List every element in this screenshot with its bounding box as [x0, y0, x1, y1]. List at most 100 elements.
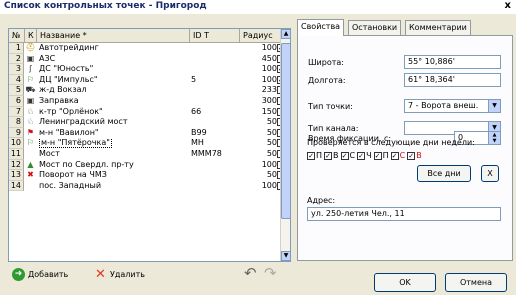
checkpoint-name[interactable]: Заправка	[38, 96, 186, 107]
weekday-checkbox[interactable]: ✓ В	[407, 151, 422, 160]
table-row[interactable]: 4⚐ДЦ "Импульс"5100✓	[9, 74, 285, 86]
row-number: 14	[9, 180, 24, 192]
table-row[interactable]: 6 ▣ Заправка 300	[9, 96, 285, 107]
grid-scrollbar[interactable]: ▲ ▼	[280, 29, 290, 261]
checkbox-icon[interactable]: ✓	[324, 151, 333, 160]
checkpoint-idt	[191, 96, 241, 107]
address-field[interactable]: ул. 250-летия Чел., 11	[307, 207, 501, 221]
delete-button[interactable]: ✕ Удалить	[94, 267, 145, 283]
tab-comments[interactable]: Комментарии	[405, 20, 471, 35]
checkpoint-name[interactable]: Автотрейдинг	[38, 43, 186, 54]
checkpoint-name[interactable]: Мост по Свердл. пр-ту	[38, 160, 186, 171]
table-row[interactable]: 1⛑Автотрейдинг100✓	[9, 43, 285, 54]
checkpoint-name-text: к-тр "Орлёнок"	[39, 106, 103, 116]
spinner-icon[interactable]: ▲ ▼	[488, 132, 500, 144]
checkpoint-type-icon: ♘	[26, 106, 35, 116]
table-row[interactable]: 5 ⛟ ж-д Вокзал 233	[9, 85, 285, 96]
cancel-button[interactable]: Отмена	[445, 273, 507, 292]
checkpoint-name[interactable]: пос. Западный	[38, 181, 186, 192]
checkpoint-name[interactable]: ДЦ "Импульс"	[38, 75, 186, 86]
checkpoint-radius: 100	[261, 74, 277, 84]
table-row[interactable]: 3ʃДС "Юность"100✓	[9, 64, 285, 75]
col-header-radius[interactable]: Радиус	[240, 29, 282, 43]
checkpoint-idt: 5	[191, 74, 197, 84]
tab-stops[interactable]: Остановки	[348, 20, 402, 35]
table-row[interactable]: 14 пос. Западный 100	[9, 180, 285, 192]
checkpoint-name[interactable]: Мост	[38, 149, 186, 160]
checkpoint-idt	[191, 85, 241, 96]
table-row[interactable]: 2 ▣ АЗС 450	[9, 53, 285, 65]
title-bar: Список контрольных точек - Пригород x	[0, 0, 516, 14]
weekday-checkbox[interactable]: ✓ Ч	[357, 151, 372, 160]
redo-icon[interactable]: ↷	[264, 264, 277, 282]
undo-icon[interactable]: ↶	[244, 264, 257, 282]
row-number: 12	[9, 159, 24, 171]
weekday-checkbox[interactable]: ✓ С	[340, 151, 355, 160]
col-header-num[interactable]: №	[9, 29, 25, 43]
weekday-checkbox[interactable]: ✓ С	[390, 151, 405, 160]
checkpoint-name[interactable]: АЗС	[38, 54, 186, 65]
checkpoint-name[interactable]: ж-д Вокзал	[38, 85, 186, 96]
checkpoint-radius: 150	[261, 106, 277, 116]
table-row[interactable]: 12 ▲ Мост по Свердл. пр-ту 100	[9, 159, 285, 171]
lon-label: Долгота:	[308, 76, 346, 85]
checkpoint-name-text: Мост по Свердл. пр-ту	[39, 159, 134, 169]
checkbox-icon[interactable]: ✓	[390, 151, 399, 160]
add-icon: ➜	[12, 268, 25, 281]
type-select[interactable]: 7 - Ворота внеш. ▼	[404, 99, 501, 113]
checkpoint-type-icon: ⚑	[26, 127, 35, 137]
properties-panel: Широта: 55° 10,886' Долгота: 61° 18,364'…	[297, 35, 513, 261]
checkpoint-idt	[191, 54, 241, 65]
weekday-label: П	[316, 151, 323, 160]
address-label: Адрес:	[307, 196, 336, 205]
tab-properties[interactable]: Свойства	[297, 19, 345, 36]
row-number: 3	[9, 64, 24, 75]
checkpoint-radius: 50	[266, 170, 277, 180]
checkpoint-name[interactable]: к-тр "Орлёнок"	[38, 107, 186, 118]
add-button[interactable]: ➜ Добавить	[12, 267, 68, 283]
close-icon[interactable]: x	[505, 0, 511, 11]
checkpoint-name[interactable]: м-н "Вавилон"	[38, 128, 186, 139]
row-number: 7	[9, 106, 24, 118]
col-header-idt[interactable]: ID T	[190, 29, 240, 43]
days-label: Проверяется в следующие дни недели:	[307, 138, 475, 147]
table-row[interactable]: 7 ♘ к-тр "Орлёнок" 66 150	[9, 106, 285, 118]
checkpoint-type-icon: ▲	[27, 159, 34, 169]
lat-field[interactable]: 55° 10,886'	[404, 55, 501, 69]
checkpoint-name[interactable]: м-н "Пятёрочка"	[38, 138, 186, 149]
table-row[interactable]: 11 Мост MMM78 50	[9, 149, 285, 160]
checkpoint-type-icon: ▣	[26, 53, 35, 63]
col-header-k[interactable]: К	[25, 29, 37, 43]
weekday-checkbox[interactable]: ✓ П	[307, 151, 322, 160]
ok-button[interactable]: OK	[374, 273, 436, 292]
checkpoint-name-text: м-н "Пятёрочка"	[39, 138, 112, 149]
lon-field[interactable]: 61° 18,364'	[404, 73, 501, 87]
scroll-thumb[interactable]	[281, 43, 290, 219]
checkpoint-name[interactable]: Ленинградский мост	[38, 117, 186, 128]
checkpoint-idt: MMM78	[191, 149, 222, 158]
delete-label: Удалить	[110, 270, 145, 279]
checkbox-icon[interactable]: ✓	[307, 151, 315, 160]
clear-days-button[interactable]: X	[481, 165, 499, 182]
checkpoint-name[interactable]: Поворот на ЧМЗ	[38, 170, 186, 181]
checkbox-icon[interactable]: ✓	[373, 151, 382, 160]
checkbox-icon[interactable]: ✓	[357, 151, 366, 160]
table-row[interactable]: 13 ✖ Поворот на ЧМЗ 50	[9, 170, 285, 181]
chevron-down-icon[interactable]: ▼	[488, 100, 500, 112]
table-row[interactable]: 10 ⚐ м-н "Пятёрочка" MH 50	[9, 138, 285, 149]
row-number: 6	[9, 96, 24, 107]
checkpoint-name-text: АЗС	[39, 53, 56, 63]
checkpoint-radius: 50	[266, 127, 277, 137]
col-header-name[interactable]: Название *	[37, 29, 190, 43]
checkpoint-type-icon: ⚐	[26, 138, 35, 148]
checkbox-icon[interactable]: ✓	[407, 151, 416, 160]
checkpoint-name[interactable]: ДС "Юность"	[38, 64, 186, 75]
all-days-button[interactable]: Все дни	[417, 165, 471, 182]
table-row[interactable]: 8 ♘ Ленинградский мост 50	[9, 117, 285, 128]
checkbox-icon[interactable]: ✓	[340, 151, 349, 160]
table-row[interactable]: 9 ⚑ м-н "Вавилон" B99 50	[9, 127, 285, 139]
scroll-down-icon[interactable]: ▼	[281, 251, 290, 261]
weekday-checkbox[interactable]: ✓ П	[373, 151, 389, 160]
weekday-checkbox[interactable]: ✓ В	[324, 151, 339, 160]
scroll-up-icon[interactable]: ▲	[281, 29, 290, 39]
